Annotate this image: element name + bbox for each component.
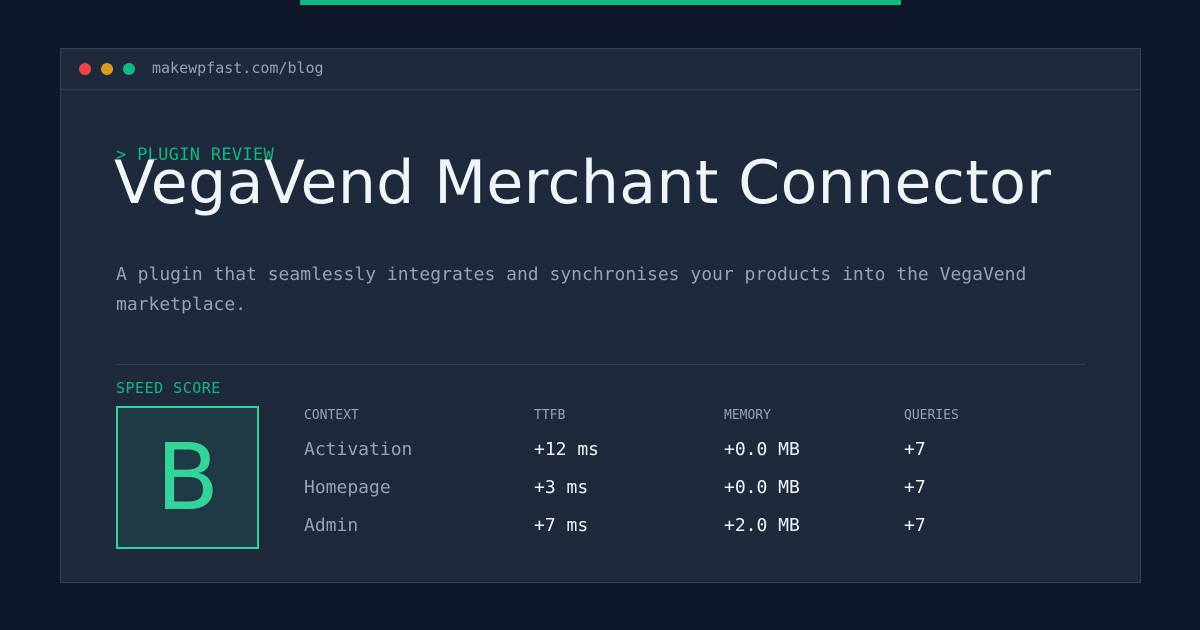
metrics-row-activation: Activation +12 ms +0.0 MB +7 [304, 439, 1084, 477]
speed-score-badge: B [116, 406, 259, 549]
section-divider [116, 364, 1085, 365]
context-cell: Admin [304, 515, 359, 536]
ttfb-cell: +7 ms [534, 515, 589, 536]
queries-cell: +7 [904, 477, 926, 498]
window-titlebar: makewpfast.com/blog [61, 49, 1140, 90]
queries-cell: +7 [904, 439, 926, 460]
ttfb-cell: +12 ms [534, 439, 600, 460]
performance-metrics-table: CONTEXT TTFB MEMORY QUERIES Activation +… [304, 407, 1084, 553]
memory-cell: +0.0 MB [724, 477, 800, 498]
metrics-row-admin: Admin +7 ms +2.0 MB +7 [304, 515, 1084, 553]
maximize-window-dot[interactable] [123, 63, 135, 75]
plugin-title: VegaVend Merchant Connector [114, 148, 1052, 218]
ttfb-cell: +3 ms [534, 477, 589, 498]
speed-score-grade: B [155, 423, 220, 531]
memory-column-header: MEMORY [724, 408, 771, 423]
minimize-window-dot[interactable] [101, 63, 113, 75]
context-cell: Homepage [304, 477, 391, 498]
queries-column-header: QUERIES [904, 408, 959, 423]
memory-cell: +0.0 MB [724, 439, 800, 460]
context-column-header: CONTEXT [304, 408, 359, 423]
page-url: makewpfast.com/blog [152, 59, 324, 77]
top-accent-bar [300, 0, 901, 5]
queries-cell: +7 [904, 515, 926, 536]
ttfb-column-header: TTFB [534, 408, 566, 423]
metrics-row-homepage: Homepage +3 ms +0.0 MB +7 [304, 477, 1084, 515]
plugin-description: A plugin that seamlessly integrates and … [116, 264, 1027, 315]
speed-score-label: SPEED SCORE [116, 379, 221, 397]
context-cell: Activation [304, 439, 413, 460]
metrics-header-row: CONTEXT TTFB MEMORY QUERIES [304, 407, 1084, 439]
memory-cell: +2.0 MB [724, 515, 800, 536]
close-window-dot[interactable] [79, 63, 91, 75]
browser-window: makewpfast.com/blog > PLUGIN REVIEW Vega… [60, 48, 1141, 583]
